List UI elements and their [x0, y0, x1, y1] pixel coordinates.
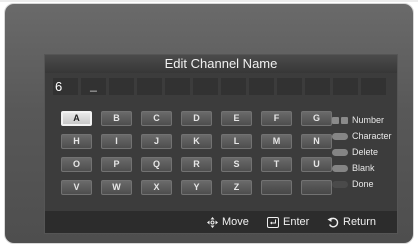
key-s[interactable]: S [221, 157, 252, 172]
return-icon [327, 216, 339, 228]
character-keyboard: ABCDEFG HIJKLMN OPQRSTU VWXYZ [61, 111, 333, 201]
legend-label-done: Done [352, 179, 374, 189]
key-a[interactable]: A [61, 111, 92, 126]
key-o[interactable]: O [61, 157, 92, 172]
dialog-title: Edit Channel Name [45, 55, 397, 73]
name-char-cell[interactable] [109, 78, 134, 95]
dark-button-icon [332, 181, 348, 188]
name-char-cell[interactable] [165, 78, 190, 95]
key-h[interactable]: H [61, 134, 92, 149]
key-i[interactable]: I [101, 134, 132, 149]
key-e[interactable]: E [221, 111, 252, 126]
dialog-footer: Move Enter Return [45, 211, 397, 233]
legend-done: Done [331, 178, 399, 191]
edit-channel-name-dialog: Edit Channel Name 6 _ ABCDEFG HIJKLMN OPQRS… [44, 54, 398, 234]
gray-button-icon [332, 165, 348, 172]
gray-button-icon [332, 149, 348, 156]
legend-label-character: Character [352, 131, 392, 141]
key-m[interactable]: M [261, 134, 292, 149]
key-empty[interactable] [261, 180, 292, 195]
top-strip [0, 0, 418, 2]
key-t[interactable]: T [261, 157, 292, 172]
name-char-cell[interactable]: _ [81, 78, 106, 95]
move-label: Move [222, 216, 249, 228]
return-hint[interactable]: Return [327, 214, 376, 230]
enter-hint[interactable]: Enter [267, 214, 309, 230]
name-char-cell[interactable]: 6 [53, 78, 78, 95]
key-g[interactable]: G [301, 111, 332, 126]
key-r[interactable]: R [181, 157, 212, 172]
legend-delete: Delete [331, 146, 399, 159]
key-d[interactable]: D [181, 111, 212, 126]
name-char-cell[interactable] [221, 78, 246, 95]
key-c[interactable]: C [141, 111, 172, 126]
return-label: Return [343, 216, 377, 228]
key-k[interactable]: K [181, 134, 212, 149]
legend-number: Number [331, 114, 399, 127]
key-v[interactable]: V [61, 180, 92, 195]
name-char-cell[interactable] [361, 78, 386, 95]
key-q[interactable]: Q [141, 157, 172, 172]
name-char-cell[interactable] [277, 78, 302, 95]
legend-label-delete: Delete [352, 147, 379, 157]
key-j[interactable]: J [141, 134, 172, 149]
key-p[interactable]: P [101, 157, 132, 172]
name-char-cell[interactable] [249, 78, 274, 95]
key-w[interactable]: W [101, 180, 132, 195]
tv-screen: Edit Channel Name 6 _ ABCDEFG HIJKLMN OPQRS… [4, 3, 414, 244]
name-char-cell[interactable] [137, 78, 162, 95]
channel-name-field: 6 _ [53, 78, 389, 95]
legend-label-number: Number [352, 115, 385, 125]
key-f[interactable]: F [261, 111, 292, 126]
key-y[interactable]: Y [181, 180, 212, 195]
enter-icon [267, 216, 279, 228]
gray-button-icon [332, 133, 348, 140]
legend-character: Character [331, 130, 399, 143]
key-b[interactable]: B [101, 111, 132, 126]
move-arrows-icon [207, 216, 218, 228]
key-n[interactable]: N [301, 134, 332, 149]
enter-label: Enter [283, 216, 310, 228]
key-u[interactable]: U [301, 157, 332, 172]
name-char-cell[interactable] [333, 78, 358, 95]
name-char-cell[interactable] [305, 78, 330, 95]
move-hint[interactable]: Move [207, 214, 249, 230]
name-char-cell[interactable] [193, 78, 218, 95]
button-legend: Number Character Delete Blank Done [331, 114, 399, 198]
legend-label-blank: Blank [352, 163, 375, 173]
key-z[interactable]: Z [221, 180, 252, 195]
key-l[interactable]: L [221, 134, 252, 149]
key-x[interactable]: X [141, 180, 172, 195]
key-empty[interactable] [301, 180, 332, 195]
number-keys-icon [332, 117, 348, 124]
legend-blank: Blank [331, 162, 399, 175]
